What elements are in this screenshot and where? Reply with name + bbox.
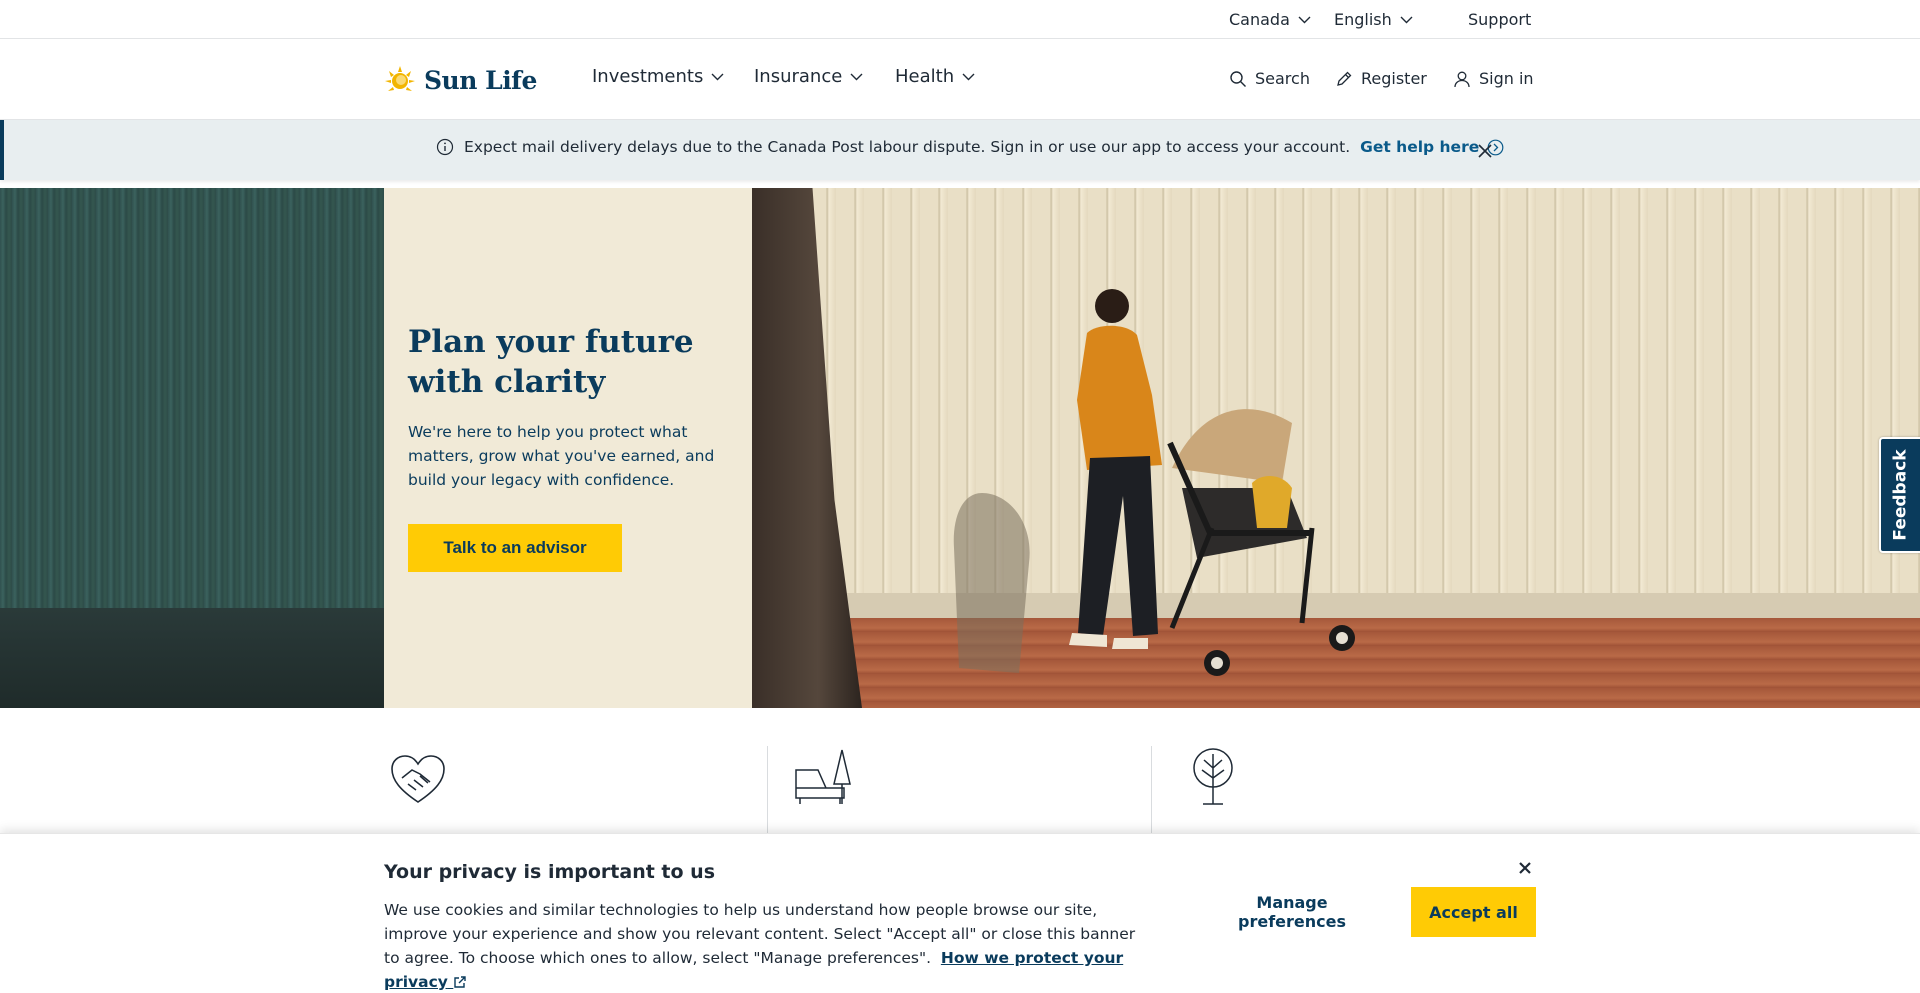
chevron-down-icon (850, 73, 863, 80)
feature-retire (768, 746, 1152, 846)
nav-health[interactable]: Health (895, 66, 975, 87)
register-button[interactable]: Register (1335, 69, 1427, 88)
chevron-down-icon (962, 73, 975, 80)
hero-left-ground (0, 608, 384, 708)
main-nav: Sun Life Investments Insurance Health Se… (0, 39, 1920, 120)
feature-grow (1152, 746, 1536, 846)
search-icon (1230, 70, 1246, 87)
nav-insurance-label: Insurance (754, 66, 843, 87)
nav-investments[interactable]: Investments (592, 66, 724, 87)
nav-investments-label: Investments (592, 66, 704, 87)
hero-left-image (0, 188, 384, 708)
hero-panel: Plan your future with clarity We're here… (384, 188, 752, 708)
language-selector[interactable]: English (1334, 0, 1413, 39)
cookie-body: We use cookies and similar technologies … (384, 898, 1144, 993)
country-selector[interactable]: Canada (1229, 0, 1311, 39)
nav-insurance[interactable]: Insurance (754, 66, 863, 87)
feedback-label: Feedback (1890, 449, 1911, 541)
handshake-heart-icon (391, 755, 445, 803)
accept-all-button[interactable]: Accept all (1411, 887, 1536, 937)
hero-title: Plan your future with clarity (408, 324, 694, 400)
info-icon (436, 138, 454, 156)
alert-content: Expect mail delivery delays due to the C… (436, 138, 1504, 156)
pencil-icon (1337, 71, 1352, 86)
sign-in-label: Sign in (1479, 69, 1534, 88)
user-icon (1454, 71, 1470, 87)
alert-banner: Expect mail delivery delays due to the C… (0, 120, 1920, 180)
woman-with-stroller-illustration (953, 289, 1355, 676)
language-label: English (1334, 10, 1392, 29)
manage-preferences-button[interactable]: Manage preferences (1200, 887, 1384, 937)
chevron-down-icon (1298, 16, 1311, 23)
external-link-icon (454, 976, 467, 988)
hero-body: We're here to help you protect what matt… (408, 423, 715, 489)
sun-icon (385, 66, 415, 91)
features-row (384, 746, 1536, 846)
logo-text: Sun Life (424, 65, 537, 95)
support-label: Support (1468, 10, 1532, 29)
country-label: Canada (1229, 10, 1290, 29)
chevron-down-icon (1400, 16, 1413, 23)
lounge-chair-tree-icon (795, 749, 851, 804)
close-icon[interactable] (1516, 859, 1534, 877)
chevron-down-icon (711, 73, 724, 80)
hero: Plan your future with clarity We're here… (0, 188, 1920, 708)
search-label: Search (1255, 69, 1310, 88)
alert-message: Expect mail delivery delays due to the C… (464, 138, 1351, 156)
sun-life-logo[interactable]: Sun Life (384, 64, 537, 96)
cookie-title: Your privacy is important to us (384, 861, 716, 883)
register-label: Register (1361, 69, 1427, 88)
feature-protect (384, 746, 768, 846)
search-button[interactable]: Search (1229, 69, 1310, 88)
alert-help-label: Get help here (1360, 138, 1480, 156)
close-icon[interactable] (1476, 142, 1494, 160)
nav-health-label: Health (895, 66, 955, 87)
hero-photo (752, 188, 1920, 708)
feedback-tab[interactable]: Feedback (1879, 437, 1920, 553)
cookie-banner: Your privacy is important to us We use c… (0, 833, 1920, 993)
sign-in-button[interactable]: Sign in (1453, 69, 1534, 88)
tree-icon (1193, 748, 1233, 805)
support-link[interactable]: Support (1468, 0, 1531, 39)
talk-to-advisor-button[interactable]: Talk to an advisor (408, 524, 622, 572)
utility-bar: Canada English Support (0, 0, 1920, 39)
